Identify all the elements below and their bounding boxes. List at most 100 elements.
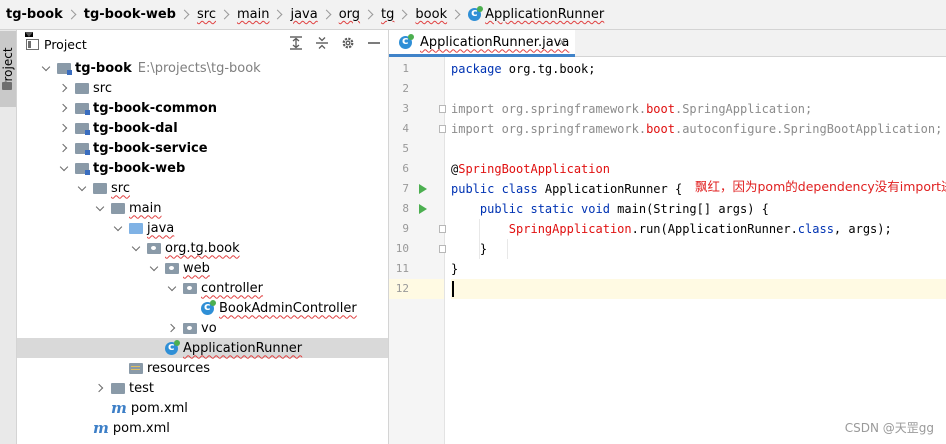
fold-marker-icon[interactable] — [439, 245, 446, 253]
maven-icon: m — [111, 399, 127, 417]
tab-application-runner[interactable]: ApplicationRunner.java ✕ — [389, 30, 575, 57]
chevron-down-icon[interactable] — [41, 63, 51, 73]
chevron-down-icon[interactable] — [149, 263, 159, 273]
line-number: 10 — [395, 242, 409, 255]
tree-item-label: tg-book — [75, 60, 132, 76]
breadcrumb-item[interactable]: src — [197, 7, 237, 22]
chevron-right-icon[interactable] — [95, 383, 105, 393]
class-icon — [201, 299, 216, 315]
breadcrumb-label: main — [236, 7, 270, 22]
editor: ApplicationRunner.java ✕ 123456789101112… — [389, 30, 946, 444]
chevron-down-icon[interactable] — [25, 32, 33, 37]
tree-row[interactable]: tg-book-service — [17, 138, 388, 158]
chevron-right-icon — [363, 9, 374, 20]
breadcrumb-label: src — [197, 7, 216, 22]
minimize-icon[interactable] — [366, 35, 382, 51]
tree-item-label: src — [93, 80, 112, 96]
indent-guide — [507, 239, 508, 259]
tree-row[interactable]: resources — [17, 358, 388, 378]
tree-row[interactable]: ApplicationRunner — [17, 338, 388, 358]
class-icon — [468, 6, 484, 21]
tree-row[interactable]: m pom.xml — [17, 398, 388, 418]
line-number: 8 — [402, 202, 409, 215]
current-line-highlight — [451, 279, 946, 299]
tree-row[interactable]: test — [17, 378, 388, 398]
code-area[interactable]: 飘红，因为pom的dependency没有import进 package org… — [451, 57, 946, 444]
chevron-right-icon[interactable] — [59, 83, 69, 93]
breadcrumb-item[interactable]: tg-book-web — [84, 7, 197, 22]
tree-row[interactable]: tg-book-web — [17, 158, 388, 178]
package-icon — [183, 282, 197, 294]
chevron-right-icon[interactable] — [59, 143, 69, 153]
breadcrumb-label: book — [415, 7, 448, 22]
expand-all-icon[interactable] — [288, 35, 304, 51]
breadcrumb-item[interactable]: book — [415, 7, 468, 22]
code-line: public class ApplicationRunner { — [451, 182, 683, 196]
project-tool-tab[interactable]: Project — [0, 31, 16, 107]
tree-row[interactable]: web — [17, 258, 388, 278]
chevron-right-icon[interactable] — [167, 323, 177, 333]
maven-icon: m — [93, 419, 109, 437]
tree-item-label: main — [129, 200, 162, 216]
tree-row[interactable]: BookAdminController — [17, 298, 388, 318]
fold-marker-icon[interactable] — [439, 105, 446, 113]
tree-row[interactable]: src — [17, 178, 388, 198]
editor-tab-bar: ApplicationRunner.java ✕ — [389, 30, 946, 57]
breadcrumb-item[interactable]: main — [237, 7, 290, 22]
tree-row[interactable]: tg-book-dal — [17, 118, 388, 138]
project-panel: Project tg-book E:\projects\tg-book src tg-… — [17, 30, 389, 444]
chevron-down-icon[interactable] — [95, 203, 105, 213]
tree-item-label: tg-book-web — [93, 160, 186, 176]
folder-icon — [129, 362, 143, 374]
chevron-right-icon — [321, 9, 332, 20]
tree-item-label: resources — [147, 360, 211, 376]
breadcrumb-item[interactable]: tg — [381, 7, 415, 22]
close-icon[interactable]: ✕ — [558, 36, 567, 49]
chevron-down-icon[interactable] — [131, 243, 141, 253]
chevron-down-icon[interactable] — [59, 163, 69, 173]
tree-row[interactable]: org.tg.book — [17, 238, 388, 258]
breadcrumb-label: tg-book — [6, 7, 63, 22]
chevron-right-icon[interactable] — [59, 123, 69, 133]
tree-item-label: java — [147, 220, 175, 236]
run-icon[interactable] — [419, 184, 427, 194]
gear-icon[interactable] — [340, 35, 356, 51]
breadcrumb-item[interactable]: org — [339, 7, 381, 22]
tree-row[interactable]: java — [17, 218, 388, 238]
tree-item-label: BookAdminController — [219, 300, 357, 316]
line-number: 5 — [402, 142, 409, 155]
chevron-down-icon[interactable] — [77, 183, 87, 193]
tree-row[interactable]: tg-book E:\projects\tg-book — [17, 58, 388, 78]
collapse-all-icon[interactable] — [314, 35, 330, 51]
class-icon — [399, 33, 414, 49]
line-number: 2 — [402, 82, 409, 95]
project-path: E:\projects\tg-book — [137, 60, 261, 76]
code-line: } — [451, 262, 459, 276]
tree-row[interactable]: main — [17, 198, 388, 218]
code-line: @SpringBootApplication — [451, 162, 610, 176]
fold-marker-icon[interactable] — [439, 125, 446, 133]
tree-item-label: pom.xml — [112, 420, 170, 436]
tree-row[interactable]: vo — [17, 318, 388, 338]
line-number: 7 — [402, 182, 409, 195]
breadcrumb-item[interactable]: ApplicationRunner — [468, 6, 604, 22]
project-panel-title[interactable]: Project — [44, 37, 87, 52]
project-tree: tg-book E:\projects\tg-book src tg-book-com… — [17, 58, 388, 438]
folder-icon — [75, 162, 90, 175]
fold-marker-icon[interactable] — [439, 225, 446, 233]
folder-icon — [75, 82, 89, 94]
breadcrumb-item[interactable]: java — [290, 7, 338, 22]
run-icon[interactable] — [419, 204, 427, 214]
chevron-down-icon[interactable] — [113, 223, 123, 233]
tree-row[interactable]: tg-book-common — [17, 98, 388, 118]
tree-row[interactable]: controller — [17, 278, 388, 298]
code-line: package org.tg.book; — [451, 62, 596, 76]
breadcrumb-item[interactable]: tg-book — [6, 7, 84, 22]
folder-icon — [57, 62, 72, 75]
tree-item-label: tg-book-common — [93, 100, 218, 116]
chevron-right-icon[interactable] — [59, 103, 69, 113]
tree-item-label: web — [183, 260, 210, 276]
tree-row[interactable]: src — [17, 78, 388, 98]
tree-row[interactable]: m pom.xml — [17, 418, 388, 438]
chevron-down-icon[interactable] — [167, 283, 177, 293]
